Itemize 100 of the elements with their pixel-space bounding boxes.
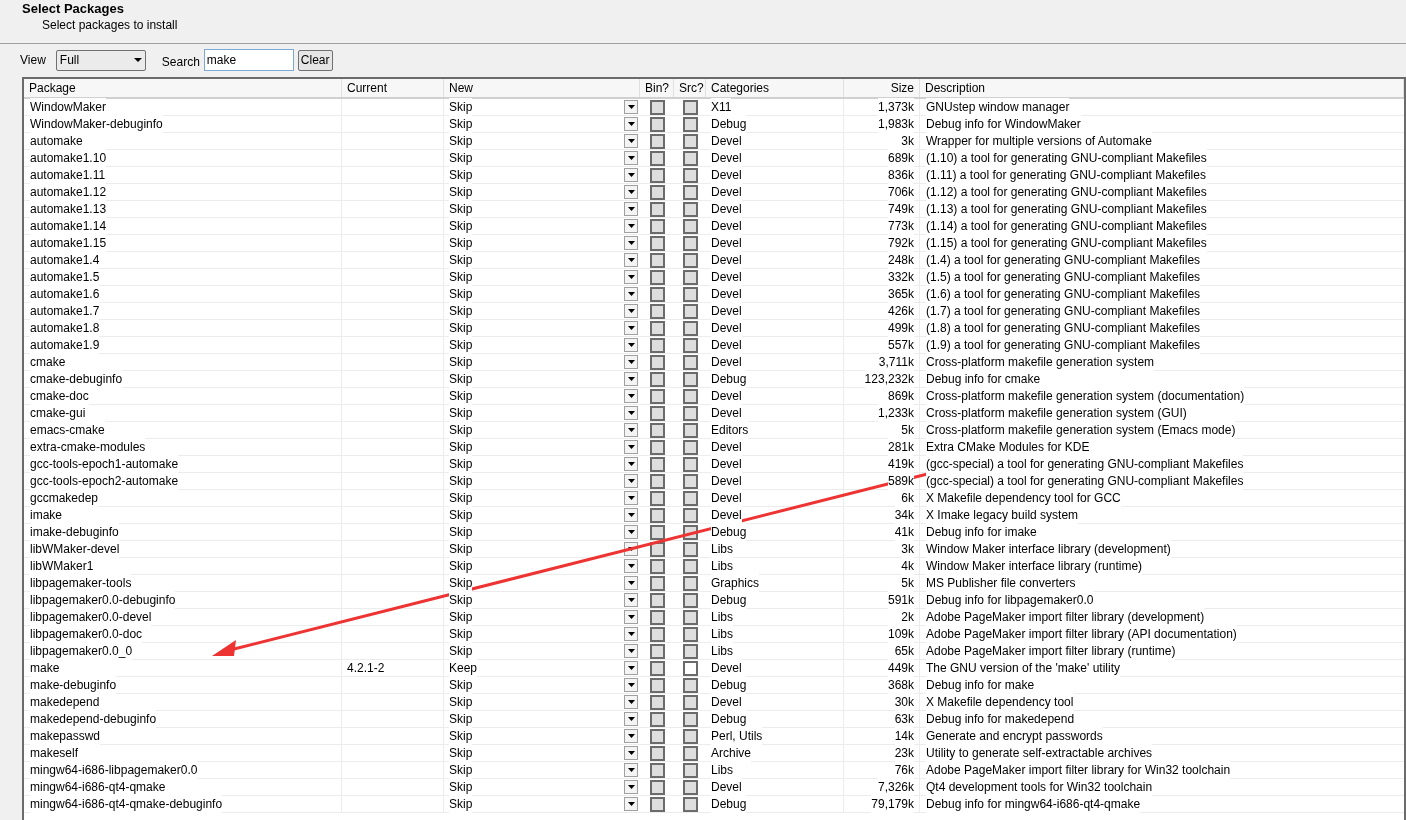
search-field[interactable]: make	[203, 49, 294, 71]
caret-icon	[627, 292, 635, 296]
search-label: Search	[161, 54, 200, 71]
category: Graphics	[711, 574, 760, 592]
action-value: Keep	[449, 659, 478, 677]
dropdown-button[interactable]	[624, 576, 638, 590]
caret-icon	[627, 649, 635, 653]
package-description: Adobe PageMaker import filter library for Win32 toolchain	[926, 761, 1231, 779]
category: Debug	[711, 795, 747, 813]
package-name: cmake-debuginfo	[30, 370, 123, 388]
dropdown-button[interactable]	[624, 253, 638, 267]
dropdown-button[interactable]	[624, 270, 638, 284]
dropdown-button[interactable]	[624, 372, 638, 386]
column-header[interactable]: New	[444, 79, 640, 97]
dropdown-button[interactable]	[624, 338, 638, 352]
view-dropdown[interactable]: Full	[55, 49, 146, 71]
dropdown-button[interactable]	[624, 474, 638, 488]
package-name: mingw64-i686-qt4-qmake-debuginfo	[30, 795, 223, 813]
caret-icon	[627, 751, 635, 755]
clear-button[interactable]: Clear	[297, 49, 333, 71]
dropdown-button[interactable]	[624, 406, 638, 420]
dropdown-button[interactable]	[624, 185, 638, 199]
dropdown-button[interactable]	[624, 610, 638, 624]
dropdown-button[interactable]	[624, 508, 638, 522]
dropdown-button[interactable]	[624, 134, 638, 148]
caret-icon	[627, 241, 635, 245]
view-label: View	[20, 52, 46, 69]
package-size: 109k	[887, 625, 914, 643]
column-header[interactable]: Src?	[674, 79, 706, 97]
caret-icon	[627, 428, 635, 432]
caret-icon	[627, 581, 635, 585]
category: Editors	[711, 421, 749, 439]
caret-icon	[627, 445, 635, 449]
dropdown-button[interactable]	[624, 355, 638, 369]
dropdown-button[interactable]	[624, 202, 638, 216]
column-header[interactable]: Description	[920, 79, 1404, 97]
dropdown-button[interactable]	[624, 593, 638, 607]
dropdown-button[interactable]	[624, 763, 638, 777]
caret-icon	[627, 258, 635, 262]
caret-icon	[627, 496, 635, 500]
package-name: automake1.10	[30, 149, 107, 167]
dropdown-button[interactable]	[624, 423, 638, 437]
action-value: Skip	[449, 98, 473, 116]
dropdown-button[interactable]	[624, 321, 638, 335]
caret-icon	[627, 411, 635, 415]
column-header[interactable]: Categories	[706, 79, 844, 97]
dropdown-button[interactable]	[624, 151, 638, 165]
package-name: make-debuginfo	[30, 676, 117, 694]
dropdown-button[interactable]	[624, 440, 638, 454]
dropdown-button[interactable]	[624, 627, 638, 641]
package-description: Wrapper for multiple versions of Automake	[926, 132, 1152, 150]
dropdown-button[interactable]	[624, 491, 638, 505]
category: Debug	[711, 115, 747, 133]
dropdown-button[interactable]	[624, 661, 638, 675]
caret-icon	[627, 785, 635, 789]
caret-icon	[627, 683, 635, 687]
dropdown-button[interactable]	[624, 304, 638, 318]
dropdown-button[interactable]	[624, 525, 638, 539]
dropdown-button[interactable]	[624, 457, 638, 471]
dropdown-button[interactable]	[624, 695, 638, 709]
dropdown-button[interactable]	[624, 100, 638, 114]
dropdown-button[interactable]	[624, 780, 638, 794]
dropdown-button[interactable]	[624, 287, 638, 301]
caret-icon	[627, 190, 635, 194]
package-name: libpagemaker0.0-debuginfo	[30, 591, 176, 609]
column-header[interactable]: Size	[844, 79, 920, 97]
package-name: mingw64-i686-libpagemaker0.0	[30, 761, 198, 779]
column-header[interactable]: Bin?	[640, 79, 674, 97]
dropdown-button[interactable]	[624, 168, 638, 182]
package-description: X Makefile dependency tool	[926, 693, 1074, 711]
package-description: Debug info for WindowMaker	[926, 115, 1081, 133]
column-header[interactable]: Package	[24, 79, 342, 97]
dropdown-button[interactable]	[624, 236, 638, 250]
caret-icon	[627, 105, 635, 109]
category: Perl, Utils	[711, 727, 763, 745]
category: Debug	[711, 370, 747, 388]
caret-icon	[627, 632, 635, 636]
caret-icon	[627, 207, 635, 211]
caret-icon	[627, 666, 635, 670]
dropdown-button[interactable]	[624, 746, 638, 760]
dropdown-button[interactable]	[624, 678, 638, 692]
package-description: Cross-platform makefile generation system (documentation)	[926, 387, 1245, 405]
package-description: (gcc-special) a tool for generating GNU-compliant Makefiles	[926, 455, 1244, 473]
dropdown-button[interactable]	[624, 219, 638, 233]
column-header[interactable]: Current	[342, 79, 444, 97]
dropdown-button[interactable]	[624, 644, 638, 658]
dropdown-button[interactable]	[624, 729, 638, 743]
package-size: 7,326k	[877, 778, 914, 796]
dropdown-button[interactable]	[624, 117, 638, 131]
dropdown-button[interactable]	[624, 797, 638, 811]
caret-icon	[627, 717, 635, 721]
package-description: GNUstep window manager	[926, 98, 1070, 116]
package-description: Utility to generate self-extractable archives	[926, 744, 1153, 762]
page-subtitle: Select packages to install	[42, 17, 178, 33]
dropdown-button[interactable]	[624, 712, 638, 726]
dropdown-button[interactable]	[624, 559, 638, 573]
dropdown-button[interactable]	[624, 389, 638, 403]
checkbox[interactable]	[682, 660, 698, 676]
caret-icon	[627, 309, 635, 313]
caret-icon	[627, 360, 635, 364]
